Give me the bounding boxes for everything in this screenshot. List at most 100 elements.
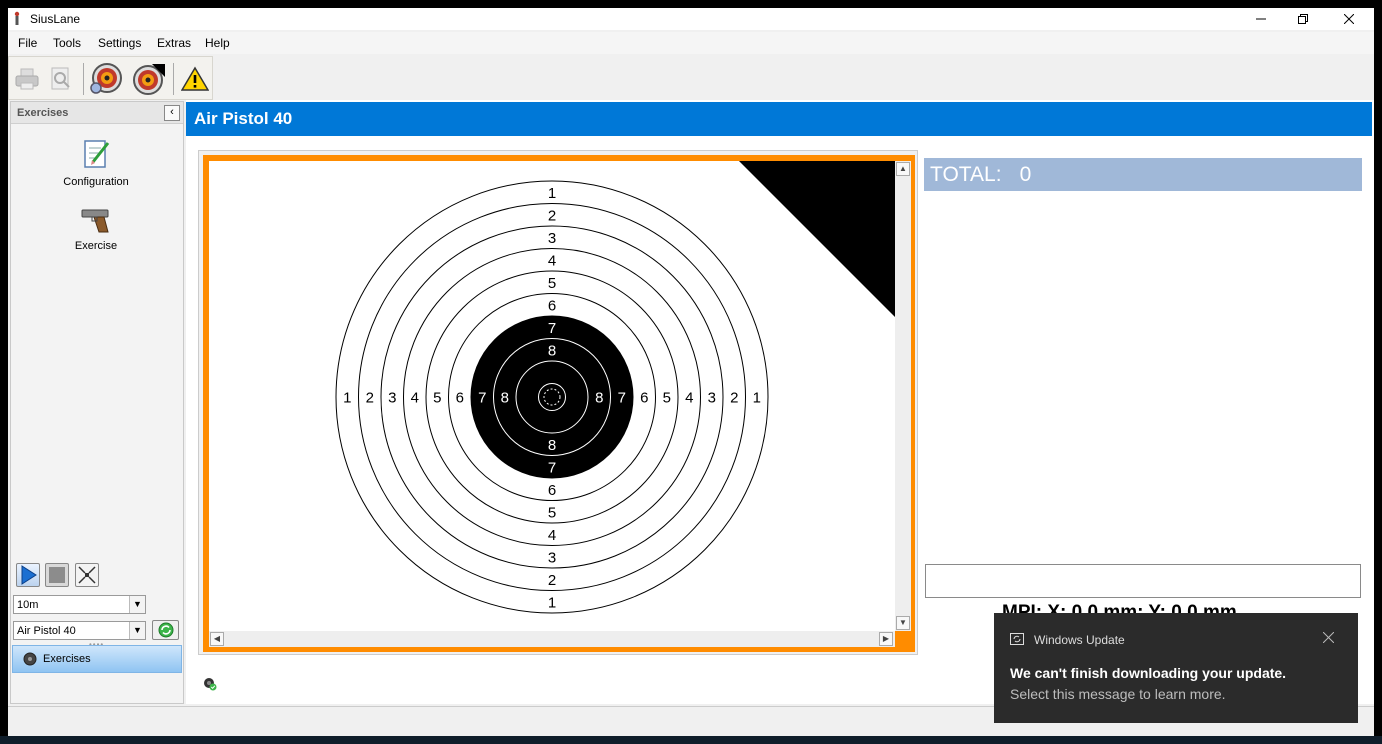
menu-file[interactable]: File (18, 36, 37, 50)
target-view-button[interactable] (131, 61, 167, 97)
distance-value: 10m (17, 599, 39, 611)
exercise-title: Air Pistol 40 (186, 102, 1372, 136)
series-box (925, 564, 1361, 598)
toolbar-separator (173, 63, 174, 95)
target-zoom-button[interactable] (88, 61, 124, 97)
update-icon (1010, 633, 1024, 645)
ring-number: 1 (548, 185, 556, 202)
menu-bar: File Tools Settings Extras Help (8, 32, 1374, 54)
ring-number: 6 (548, 297, 556, 314)
toolbar-separator (83, 63, 84, 95)
menu-extras[interactable]: Extras (157, 36, 191, 50)
ring-number: 4 (685, 390, 693, 407)
sidebar: Exercises ‹ Configuration Exercise 10m ▼… (10, 101, 184, 704)
restore-icon (1298, 14, 1308, 24)
ring-number: 4 (411, 390, 419, 407)
minimize-icon (1256, 18, 1266, 20)
print-icon (15, 68, 39, 90)
corner-marker (739, 161, 895, 317)
target-canvas[interactable]: 11112222333344445555666677778888 (209, 161, 895, 631)
toolbar (8, 56, 213, 100)
ring-number: 1 (548, 594, 556, 611)
target-small-icon (23, 652, 37, 666)
ring-number: 7 (618, 390, 626, 407)
refresh-exercise-button[interactable] (152, 620, 179, 640)
collapse-sidebar-button[interactable]: ‹ (164, 105, 180, 121)
target-graphic: 111 1222 2333 3444 4555 5666 6777 7888 8 (335, 161, 895, 614)
stop-button[interactable] (45, 563, 69, 587)
ring-number: 7 (478, 390, 486, 407)
print-button[interactable] (9, 61, 45, 97)
ring-number: 2 (366, 390, 374, 407)
exercise-label: Exercise (74, 240, 118, 252)
ring-number: 5 (548, 275, 556, 292)
pistol-icon (81, 209, 109, 233)
ring-number: 4 (548, 527, 556, 544)
notepad-pencil-icon (84, 140, 110, 168)
exercise-value: Air Pistol 40 (17, 625, 76, 637)
ring-number: 4 (548, 252, 556, 269)
scroll-down-icon[interactable]: ▼ (896, 616, 910, 630)
vertical-scrollbar[interactable]: ▲ ▼ (895, 161, 911, 631)
close-icon (1344, 14, 1354, 24)
chevron-down-icon: ▼ (129, 596, 145, 613)
target-magnifier-icon (90, 63, 122, 94)
collapse-arrows-icon (78, 566, 96, 584)
restore-button[interactable] (1280, 8, 1326, 30)
toast-close-button[interactable] (1322, 630, 1335, 647)
ring-number: 8 (548, 437, 556, 454)
app-icon (14, 11, 20, 25)
minimize-button[interactable] (1238, 8, 1284, 30)
window-title: SiusLane (30, 12, 81, 26)
ring-number: 1 (753, 390, 761, 407)
results-panel: TOTAL:0 MPI: X: 0.0 mm; Y: 0.0 mm (924, 156, 1362, 664)
fit-view-button[interactable] (75, 563, 99, 587)
horizontal-scrollbar[interactable]: ◀ ▶ (209, 631, 895, 647)
ring-number: 3 (548, 549, 556, 566)
ring-number: 5 (548, 504, 556, 521)
total-bar: TOTAL: 0 (924, 158, 1362, 191)
target-border: 11112222333344445555666677778888 ▲ ▼ ◀ ▶ (203, 155, 915, 652)
ring-number: 2 (548, 572, 556, 589)
configuration-label: Configuration (63, 176, 129, 188)
warning-icon (181, 66, 209, 91)
notification-toast[interactable]: Windows Update We can't finish downloadi… (994, 613, 1358, 723)
close-button[interactable] (1326, 8, 1372, 30)
sidebar-item-exercise[interactable]: Exercise (41, 206, 151, 252)
target-rings: 111 1222 2333 3444 4555 5666 6777 7888 8 (335, 180, 769, 614)
ring-number: 1 (343, 390, 351, 407)
toast-heading: We can't finish downloading your update. (1010, 665, 1287, 681)
print-preview-button[interactable] (43, 61, 79, 97)
play-button[interactable] (16, 563, 40, 587)
scroll-up-icon[interactable]: ▲ (896, 162, 910, 176)
print-preview-icon (51, 67, 70, 90)
menu-help[interactable]: Help (205, 36, 230, 50)
menu-tools[interactable]: Tools (53, 36, 81, 50)
ring-number: 2 (730, 390, 738, 407)
scroll-left-icon[interactable]: ◀ (210, 632, 224, 646)
sidebar-item-configuration[interactable]: Configuration (41, 138, 151, 188)
scroll-right-icon[interactable]: ▶ (879, 632, 893, 646)
target-frame: 11112222333344445555666677778888 ▲ ▼ ◀ ▶ (198, 150, 918, 655)
sidebar-title: Exercises (17, 107, 69, 119)
menu-settings[interactable]: Settings (98, 36, 141, 50)
warning-button[interactable] (177, 61, 213, 97)
title-bar: SiusLane (8, 8, 1374, 30)
close-icon (1322, 631, 1335, 644)
toast-message: Select this message to learn more. (1010, 686, 1226, 702)
ring-number: 3 (388, 390, 396, 407)
ring-number: 8 (548, 342, 556, 359)
ring-number: 2 (548, 207, 556, 224)
ring-number: 7 (548, 459, 556, 476)
tab-exercises[interactable]: Exercises (12, 645, 182, 673)
distance-select[interactable]: 10m ▼ (13, 595, 146, 614)
chevron-left-icon: ‹ (170, 106, 174, 118)
taskbar (0, 736, 1382, 744)
chevron-down-icon: ▼ (129, 622, 145, 639)
ring-number: 6 (456, 390, 464, 407)
ring-number: 3 (548, 230, 556, 247)
ring-number: 3 (708, 390, 716, 407)
sidebar-header: Exercises ‹ (11, 102, 183, 124)
target-corner-icon (133, 64, 165, 95)
exercise-select[interactable]: Air Pistol 40 ▼ (13, 621, 146, 640)
